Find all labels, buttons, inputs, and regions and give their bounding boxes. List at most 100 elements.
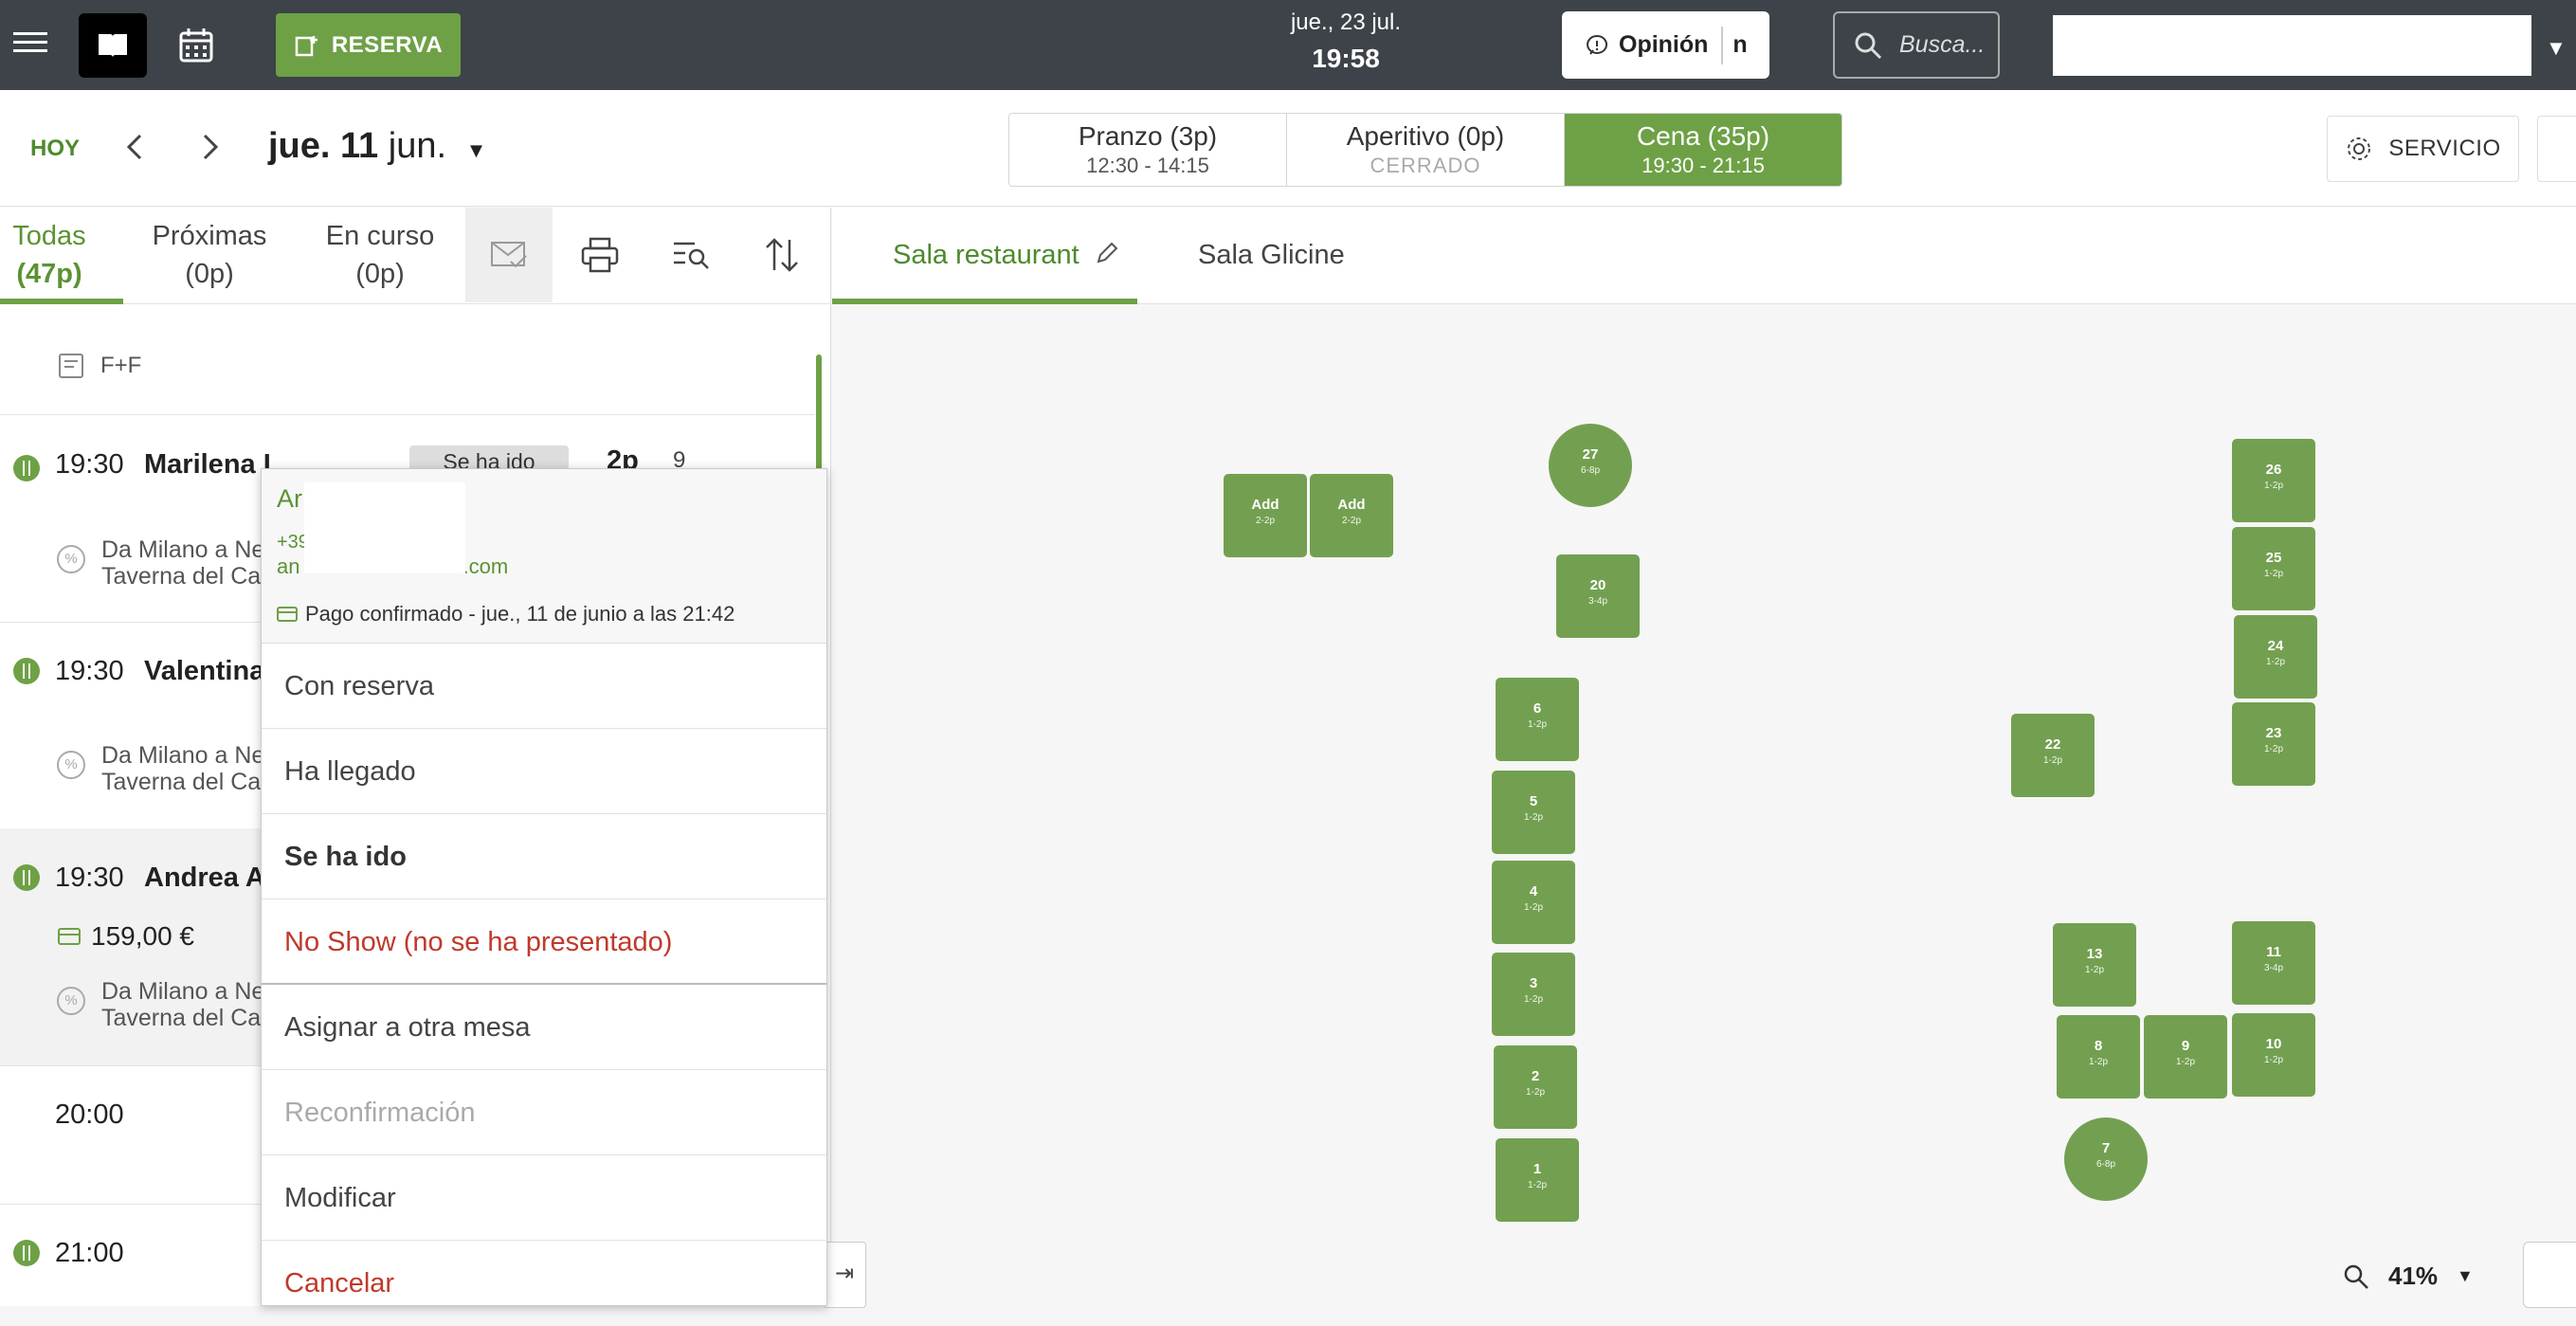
table-9[interactable]: 9 1-2p [2144,1015,2227,1099]
table-capacity: 3-4p [1587,596,1607,607]
service-aperitivo[interactable]: Aperitivo (0p) CERRADO [1287,114,1565,186]
guest-name: Andrea A [144,863,265,893]
pencil-icon[interactable] [1095,241,1119,265]
tab-label: En curso [325,221,435,251]
tab-sala-restaurant[interactable]: Sala restaurant [893,240,1119,271]
zoom-control[interactable]: 41% ▼ [2343,1262,2474,1291]
table-13[interactable]: 13 1-2p [2053,923,2136,1007]
menu-icon[interactable] [13,27,47,61]
table-3[interactable]: 3 1-2p [1492,953,1575,1036]
filter-search-icon[interactable] [647,208,735,302]
table-20[interactable]: 20 3-4p [1556,554,1640,638]
new-reservation-button[interactable]: RESERVA [276,13,461,77]
table-22[interactable]: 22 1-2p [2011,714,2095,797]
table-25[interactable]: 25 1-2p [2232,527,2315,610]
table-4[interactable]: 4 1-2p [1492,861,1575,944]
tab-all[interactable]: Todas (47p) [0,217,99,293]
table-number: 25 [2265,550,2282,566]
sort-icon[interactable] [738,208,825,302]
date-day: jue. 11 [268,126,379,166]
menu-item-arrived[interactable]: Ha llegado [262,729,826,814]
table-11[interactable]: 11 3-4p [2232,921,2315,1005]
table-24[interactable]: 24 1-2p [2234,615,2317,699]
table-7[interactable]: 7 6-8p [2064,1117,2148,1201]
table-8[interactable]: 8 1-2p [2057,1015,2140,1099]
reservation-time: 19:30 [55,863,124,893]
add-book-icon [295,35,317,56]
table-2[interactable]: 2 1-2p [1494,1045,1577,1129]
reservation-context-menu: Ar +39 an ail.com Pago confirmado - jue.,… [261,468,827,1306]
rotate-icon[interactable] [2523,1242,2576,1308]
calendar-icon[interactable] [175,25,217,66]
guest-name: Valentina [144,656,265,686]
collapse-panel-button[interactable]: ⇥ [823,1242,866,1308]
service-name: Cena (35p) [1636,121,1770,151]
table-capacity: 1-2p [2263,481,2283,491]
menu-item-assign-table[interactable]: Asignar a otra mesa [262,985,826,1070]
menu-item-reconfirm: Reconfirmación [262,1070,826,1155]
discount-icon: % [57,545,85,573]
table-number: 5 [1529,793,1538,809]
tab-in-progress[interactable]: En curso (0p) [318,217,442,293]
table-number: 6 [1533,700,1542,717]
caret-down-icon[interactable]: ▼ [2546,36,2567,61]
date-selector[interactable]: jue. 11 jun. ▼ [268,126,486,167]
guest-info-header: Ar +39 an ail.com Pago confirmado - jue.,… [262,469,826,644]
table-10[interactable]: 10 1-2p [2232,1013,2315,1097]
notes-button[interactable] [2537,116,2576,182]
current-time: 19:58 [1312,44,1380,73]
mail-check-icon[interactable] [465,208,553,302]
search-input[interactable]: Busca... [1833,11,2000,79]
cutlery-icon [13,658,40,684]
book-icon[interactable] [79,13,147,78]
tab-count: (0p) [355,259,405,289]
table-capacity: 1-2p [2263,569,2283,579]
print-icon[interactable] [556,208,644,302]
table-capacity: 1-2p [1523,902,1543,913]
table-5[interactable]: 5 1-2p [1492,771,1575,854]
opinion-button[interactable]: Opinión n [1562,11,1769,79]
table-capacity: 1-2p [2175,1057,2195,1067]
table-number: 4 [1529,883,1538,899]
table-add-1[interactable]: Add 2-2p [1224,474,1307,557]
table-capacity: 3-4p [2263,963,2283,973]
menu-item-no-show[interactable]: No Show (no se ha presentado) [262,899,826,985]
note-line: Taverna del Ca [101,563,262,590]
today-button[interactable]: HOY [30,136,80,162]
table-26[interactable]: 26 1-2p [2232,439,2315,522]
service-pranzo[interactable]: Pranzo (3p) 12:30 - 14:15 [1009,114,1287,186]
tab-label: Todas [12,221,86,251]
table-number: Add [1337,497,1366,513]
service-settings-button[interactable]: SERVICIO [2327,116,2519,182]
cutlery-icon [13,864,40,891]
menu-item-left[interactable]: Se ha ido [262,814,826,899]
redacted-info [304,482,465,573]
menu-item-modify[interactable]: Modificar [262,1155,826,1241]
service-cena[interactable]: Cena (35p) 19:30 - 21:15 [1565,114,1841,186]
table-27[interactable]: 27 6-8p [1549,424,1632,507]
table-capacity: 1-2p [2263,1055,2283,1065]
location-select[interactable] [2053,15,2531,76]
table-1[interactable]: 1 1-2p [1496,1138,1579,1222]
note-icon [59,354,83,378]
table-capacity: 2-2p [1341,516,1361,526]
table-number: 10 [2265,1036,2282,1052]
table-6[interactable]: 6 1-2p [1496,678,1579,761]
discount-icon: % [57,751,85,779]
chevron-right-icon[interactable] [199,128,222,175]
menu-item-cancel[interactable]: Cancelar [262,1241,826,1326]
table-number: 1 [1533,1161,1542,1177]
chevron-left-icon[interactable] [123,128,146,175]
table-number: 13 [2086,946,2103,962]
menu-item-with-reservation[interactable]: Con reserva [262,644,826,729]
list-scrollbar[interactable] [816,354,822,478]
table-23[interactable]: 23 1-2p [2232,702,2315,786]
service-hours: 19:30 - 21:15 [1642,154,1765,177]
table-add-2[interactable]: Add 2-2p [1310,474,1393,557]
table-number: 20 [1589,577,1606,593]
opinion-suffix: n [1732,31,1748,58]
table-capacity: 1-2p [1523,812,1543,823]
reservation-note: Da Milano a Ne Taverna del Ca [101,536,264,590]
tab-upcoming[interactable]: Próximas (0p) [142,217,277,293]
tab-sala-glicine[interactable]: Sala Glicine [1198,240,1345,271]
